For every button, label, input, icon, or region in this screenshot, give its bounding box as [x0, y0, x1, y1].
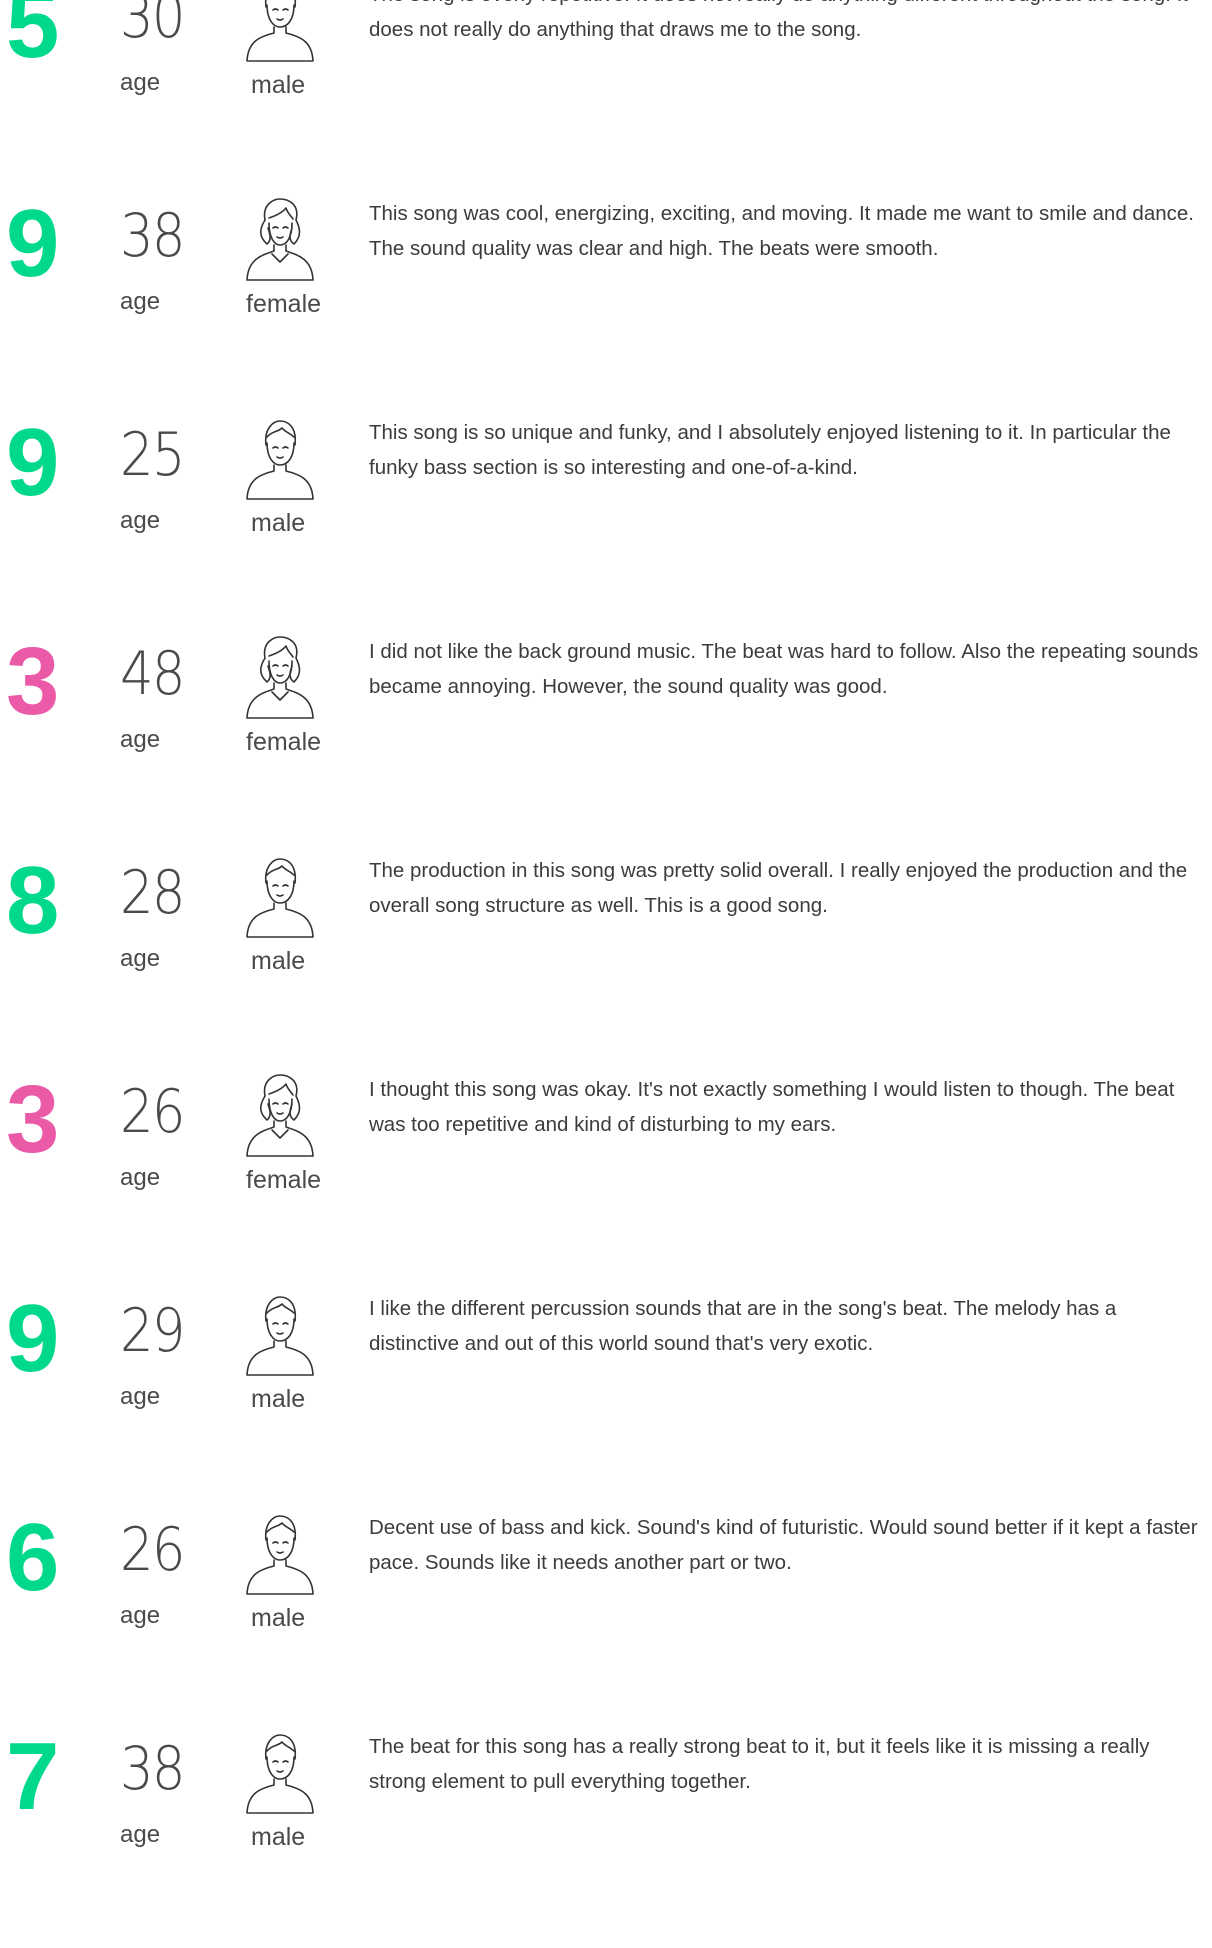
score: 6: [6, 1504, 60, 1611]
age-value: 26: [120, 1077, 185, 1147]
review-comment: I thought this song was okay. It's not e…: [369, 1078, 1175, 1136]
review-comment: The production in this song was pretty s…: [369, 859, 1188, 917]
female-user-icon: [242, 634, 318, 720]
review-comment: The song is overly repetitive. It does n…: [369, 0, 1188, 41]
age-label: age: [120, 1821, 161, 1848]
review-item: 9 38 age female This song was cool, ener…: [0, 196, 1212, 415]
score: 8: [6, 847, 60, 954]
male-user-icon: [242, 853, 318, 939]
age-label: age: [120, 726, 161, 753]
age-value: 30: [120, 0, 185, 52]
score: 3: [6, 628, 60, 735]
gender-label: female: [246, 728, 322, 756]
female-user-icon: [242, 196, 318, 282]
age-label: age: [120, 945, 161, 972]
review-item: 9 25 age male This song is so unique and…: [0, 415, 1212, 634]
age-label: age: [120, 69, 161, 96]
review-list: 5 30 age male The song is overly repetit…: [0, 0, 1212, 1948]
male-user-icon: [242, 1510, 318, 1596]
male-user-icon: [242, 1729, 318, 1815]
age-value: 38: [120, 201, 185, 271]
age-label: age: [120, 1164, 161, 1191]
male-user-icon: [242, 1291, 318, 1377]
age-value: 25: [120, 420, 185, 490]
male-user-icon: [242, 0, 318, 63]
age-value: 26: [120, 1515, 185, 1585]
gender-label: male: [251, 71, 306, 99]
age-label: age: [120, 288, 161, 315]
score: 7: [6, 1723, 60, 1830]
review-item: 5 30 age male The song is overly repetit…: [0, 0, 1212, 196]
age-value: 29: [120, 1296, 185, 1366]
review-comment: This song is so unique and funky, and I …: [369, 421, 1171, 479]
gender-label: male: [251, 1604, 306, 1632]
male-user-icon: [242, 415, 318, 501]
age-value: 38: [120, 1734, 185, 1804]
gender-label: female: [246, 290, 322, 318]
review-comment: I did not like the back ground music. Th…: [369, 640, 1199, 698]
age-value: 28: [120, 858, 185, 928]
gender-label: female: [246, 1166, 322, 1194]
age-label: age: [120, 1602, 161, 1629]
review-item: 3 26 age female I thought this song was …: [0, 1072, 1212, 1291]
review-comment: The beat for this song has a really stro…: [369, 1735, 1150, 1793]
age-label: age: [120, 1383, 161, 1410]
gender-label: male: [251, 1823, 306, 1851]
review-item: 7 38 age male The beat for this song has…: [0, 1729, 1212, 1948]
age-value: 48: [120, 639, 185, 709]
female-user-icon: [242, 1072, 318, 1158]
review-item: 3 48 age female I did not like the back …: [0, 634, 1212, 853]
review-comment: Decent use of bass and kick. Sound's kin…: [369, 1516, 1198, 1574]
review-comment: I like the different percussion sounds t…: [369, 1297, 1117, 1355]
review-item: 9 29 age male I like the different percu…: [0, 1291, 1212, 1510]
score: 5: [6, 0, 60, 78]
review-item: 6 26 age male Decent use of bass and kic…: [0, 1510, 1212, 1729]
score: 3: [6, 1066, 60, 1173]
age-label: age: [120, 507, 161, 534]
gender-label: male: [251, 509, 306, 537]
review-item: 8 28 age male The production in this son…: [0, 853, 1212, 1072]
score: 9: [6, 1285, 60, 1392]
review-comment: This song was cool, energizing, exciting…: [369, 202, 1194, 260]
score: 9: [6, 190, 60, 297]
gender-label: male: [251, 1385, 306, 1413]
gender-label: male: [251, 947, 306, 975]
score: 9: [6, 409, 60, 516]
